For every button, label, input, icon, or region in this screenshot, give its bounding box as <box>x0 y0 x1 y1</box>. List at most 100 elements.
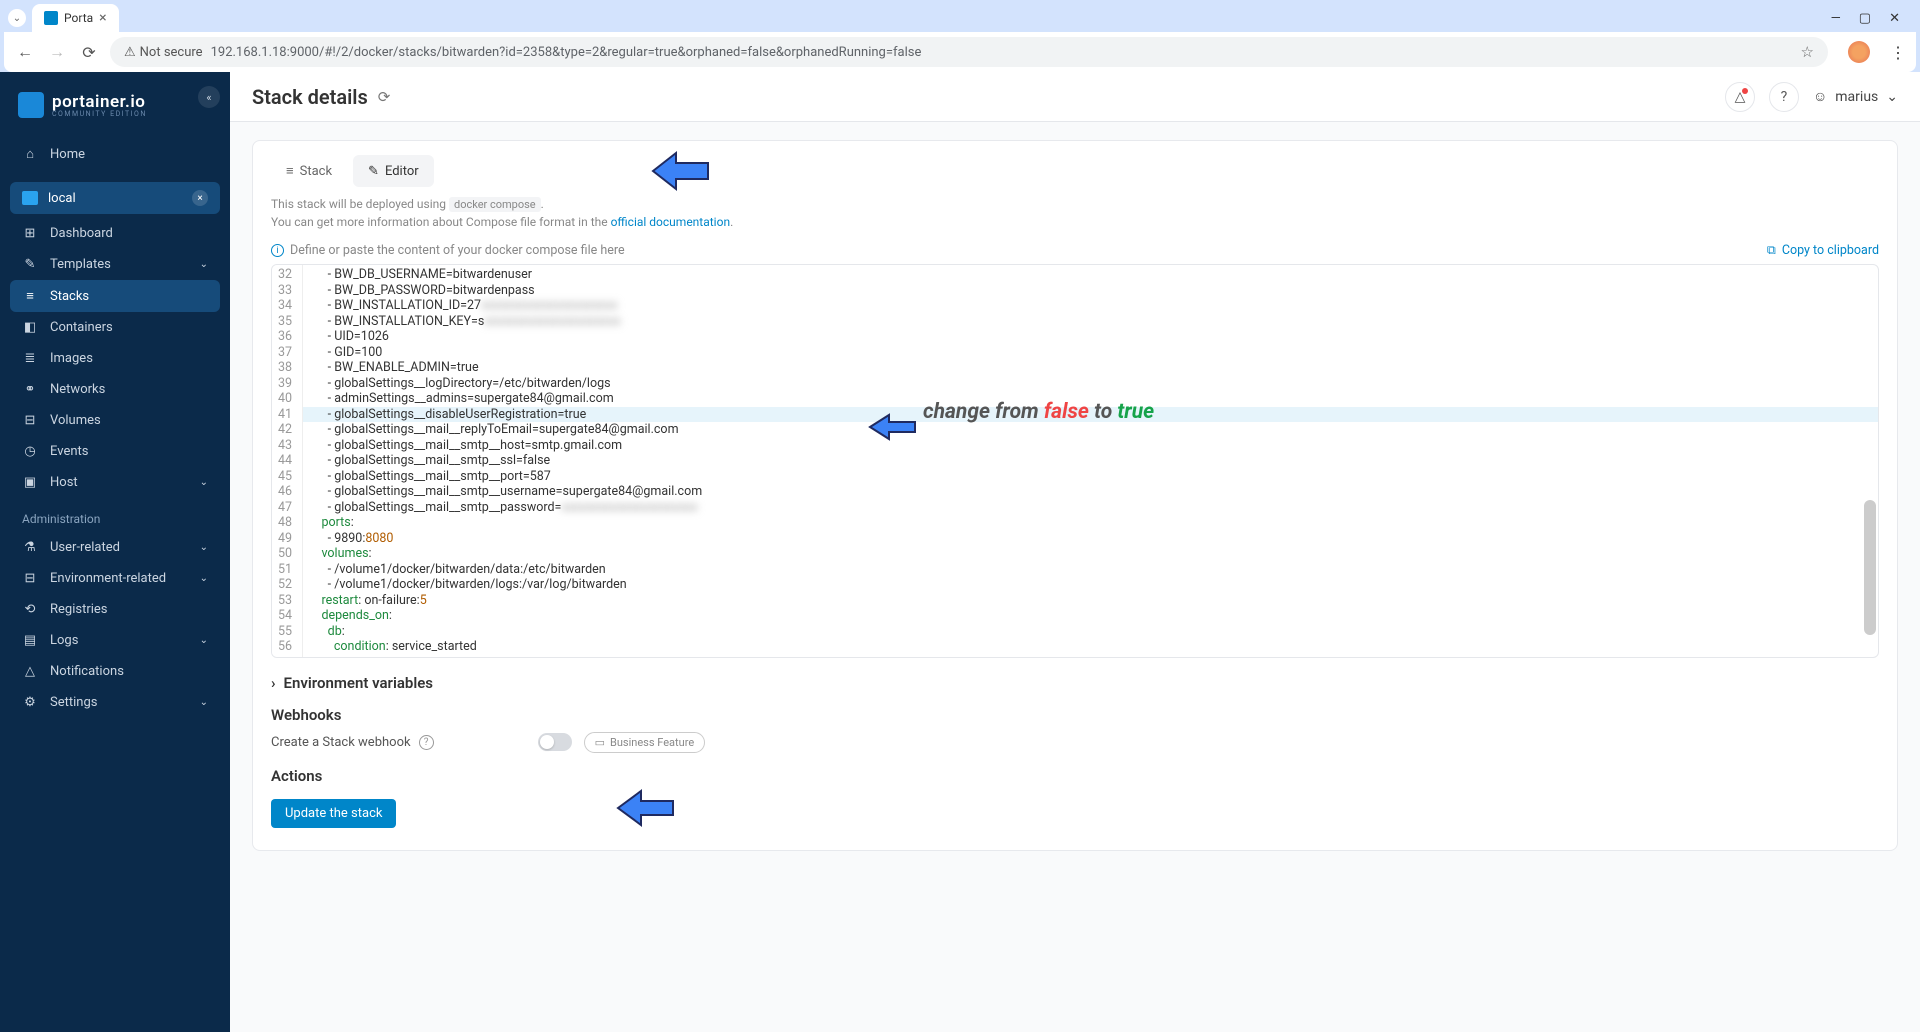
docs-link[interactable]: official documentation <box>611 215 731 229</box>
sidebar-item-label: Home <box>50 147 85 162</box>
code-line[interactable]: restart: on-failure:5 <box>309 593 1872 609</box>
sidebar-item-label: Networks <box>50 382 105 397</box>
chevron-down-icon: ⌄ <box>200 573 208 584</box>
update-stack-button[interactable]: Update the stack <box>271 799 396 828</box>
code-line[interactable]: - BW_DB_PASSWORD=bitwardenpass <box>309 283 1872 299</box>
sidebar-item-notifications[interactable]: △Notifications <box>10 656 220 687</box>
tab-stack[interactable]: ≡ Stack <box>271 155 347 187</box>
window-close-icon[interactable]: ✕ <box>1889 11 1900 26</box>
code-line[interactable]: - globalSettings__mail__smtp__password=x… <box>309 500 1872 516</box>
code-line[interactable]: - BW_INSTALLATION_KEY=sxxxxxxxxxxxxxxxxx… <box>309 314 1872 330</box>
code-line[interactable]: ports: <box>309 515 1872 531</box>
back-icon[interactable]: ← <box>14 42 36 62</box>
tab-label: Stack <box>300 164 332 179</box>
code-line[interactable]: - GID=100 <box>309 345 1872 361</box>
code-line[interactable]: - BW_DB_USERNAME=bitwardenuser <box>309 267 1872 283</box>
tab-dropdown-icon[interactable]: ⌄ <box>8 9 26 27</box>
sidebar: « portainer.io COMMUNITY EDITION ⌂ Home … <box>0 72 230 1032</box>
sidebar-item-templates[interactable]: ✎Templates⌄ <box>10 249 220 280</box>
hint-deploy: This stack will be deployed using docker… <box>271 197 1879 211</box>
window-minimize-icon[interactable]: — <box>1831 11 1841 26</box>
sidebar-item-registries[interactable]: ⟲Registries <box>10 594 220 625</box>
sidebar-item-networks[interactable]: ⚭Networks <box>10 374 220 405</box>
code-line[interactable]: - globalSettings__mail__smtp__port=587 <box>309 469 1872 485</box>
help-tooltip-icon[interactable]: ? <box>419 735 434 750</box>
sidebar-icon: △ <box>22 664 38 679</box>
business-feature-badge: ▭ Business Feature <box>584 732 706 753</box>
logo[interactable]: portainer.io COMMUNITY EDITION <box>10 86 220 138</box>
docker-icon <box>22 191 38 205</box>
sidebar-item-label: Environment-related <box>50 571 166 586</box>
chevron-down-icon: ⌄ <box>200 477 208 488</box>
tab-close-icon[interactable]: × <box>99 10 106 26</box>
bookmark-star-icon[interactable]: ☆ <box>1801 43 1814 61</box>
sidebar-item-label: Events <box>50 444 88 459</box>
username: marius <box>1835 89 1878 105</box>
browser-tab[interactable]: Porta × <box>32 4 119 32</box>
chevron-down-icon: ⌄ <box>200 259 208 270</box>
refresh-icon[interactable]: ⟳ <box>378 88 391 106</box>
code-line[interactable]: - globalSettings__logDirectory=/etc/bitw… <box>309 376 1872 392</box>
copy-icon: ⧉ <box>1767 243 1776 258</box>
env-close-icon[interactable]: × <box>192 190 208 206</box>
sidebar-collapse-icon[interactable]: « <box>198 86 220 108</box>
code-line[interactable]: - UID=1026 <box>309 329 1872 345</box>
tabs: ≡ Stack ✎ Editor <box>271 155 1879 187</box>
code-line[interactable]: condition: service_started <box>309 639 1872 655</box>
sidebar-icon: ≣ <box>22 351 38 366</box>
sidebar-item-stacks[interactable]: ≡Stacks <box>10 280 220 312</box>
sidebar-item-containers[interactable]: ◧Containers <box>10 312 220 343</box>
portainer-logo-icon <box>18 92 44 118</box>
tab-editor[interactable]: ✎ Editor <box>353 155 434 187</box>
help-icon[interactable]: ? <box>1769 82 1799 112</box>
user-menu[interactable]: ☺ marius ⌄ <box>1813 88 1898 105</box>
logo-edition: COMMUNITY EDITION <box>52 110 147 118</box>
code-line[interactable]: - globalSettings__mail__smtp__ssl=false <box>309 453 1872 469</box>
browser-chrome: ⌄ Porta × — ▢ ✕ ← → ⟳ ⚠Not secure 192.16… <box>0 0 1920 72</box>
code-line[interactable]: - globalSettings__mail__replyToEmail=sup… <box>309 422 1872 438</box>
notifications-icon[interactable]: △ <box>1725 82 1755 112</box>
address-input[interactable]: ⚠Not secure 192.168.1.18:9000/#!/2/docke… <box>110 37 1828 67</box>
copy-clipboard-button[interactable]: ⧉ Copy to clipboard <box>1767 243 1879 258</box>
sidebar-item-environment-related[interactable]: ⊟Environment-related⌄ <box>10 563 220 594</box>
sidebar-item-dashboard[interactable]: ⊞Dashboard <box>10 218 220 249</box>
code-line[interactable]: volumes: <box>309 546 1872 562</box>
environment-pill[interactable]: local × <box>10 182 220 214</box>
browser-menu-icon[interactable]: ⋮ <box>1890 43 1906 62</box>
code-line[interactable]: db: <box>309 624 1872 640</box>
warning-icon: ⚠ <box>124 45 136 60</box>
code-line[interactable]: - /volume1/docker/bitwarden/logs:/var/lo… <box>309 577 1872 593</box>
sidebar-item-volumes[interactable]: ⊟Volumes <box>10 405 220 436</box>
sidebar-icon: ⚗ <box>22 540 38 555</box>
code-line[interactable]: - globalSettings__disableUserRegistratio… <box>303 407 1878 423</box>
chevron-down-icon: ⌄ <box>200 697 208 708</box>
app-root: « portainer.io COMMUNITY EDITION ⌂ Home … <box>0 72 1920 1032</box>
code-line[interactable]: - BW_INSTALLATION_ID=27xxxxxxxxxxxxxxxxx… <box>309 298 1872 314</box>
content-scroll[interactable]: ≡ Stack ✎ Editor This stack will be depl… <box>230 122 1920 1032</box>
code-line[interactable]: - 9890:8080 <box>309 531 1872 547</box>
code-editor[interactable]: 3233343536373839404142434445464748495051… <box>271 264 1879 658</box>
forward-icon[interactable]: → <box>46 42 68 62</box>
code-line[interactable]: - adminSettings__admins=supergate84@gmai… <box>309 391 1872 407</box>
code-line[interactable]: - /volume1/docker/bitwarden/data:/etc/bi… <box>309 562 1872 578</box>
sidebar-item-settings[interactable]: ⚙Settings⌄ <box>10 687 220 718</box>
reload-icon[interactable]: ⟳ <box>78 43 100 62</box>
code-line[interactable]: - globalSettings__mail__smtp__host=smtp.… <box>309 438 1872 454</box>
environment-name: local <box>48 191 76 206</box>
code-line[interactable]: - globalSettings__mail__smtp__username=s… <box>309 484 1872 500</box>
sidebar-item-events[interactable]: ◷Events <box>10 436 220 467</box>
sidebar-icon: ⊟ <box>22 413 38 428</box>
env-vars-toggle[interactable]: › Environment variables <box>271 674 1879 692</box>
code-body[interactable]: - BW_DB_USERNAME=bitwardenuser - BW_DB_P… <box>303 265 1878 657</box>
sidebar-item-host[interactable]: ▣Host⌄ <box>10 467 220 498</box>
code-line[interactable]: - BW_ENABLE_ADMIN=true <box>309 360 1872 376</box>
sidebar-item-user-related[interactable]: ⚗User-related⌄ <box>10 532 220 563</box>
code-line[interactable]: depends_on: <box>309 608 1872 624</box>
sidebar-item-images[interactable]: ≣Images <box>10 343 220 374</box>
webhook-toggle[interactable] <box>538 733 572 751</box>
sidebar-item-logs[interactable]: ▤Logs⌄ <box>10 625 220 656</box>
sidebar-item-home[interactable]: ⌂ Home <box>10 138 220 170</box>
window-maximize-icon[interactable]: ▢ <box>1859 11 1871 26</box>
profile-avatar-icon[interactable] <box>1848 41 1870 63</box>
editor-scrollbar[interactable] <box>1864 267 1876 655</box>
